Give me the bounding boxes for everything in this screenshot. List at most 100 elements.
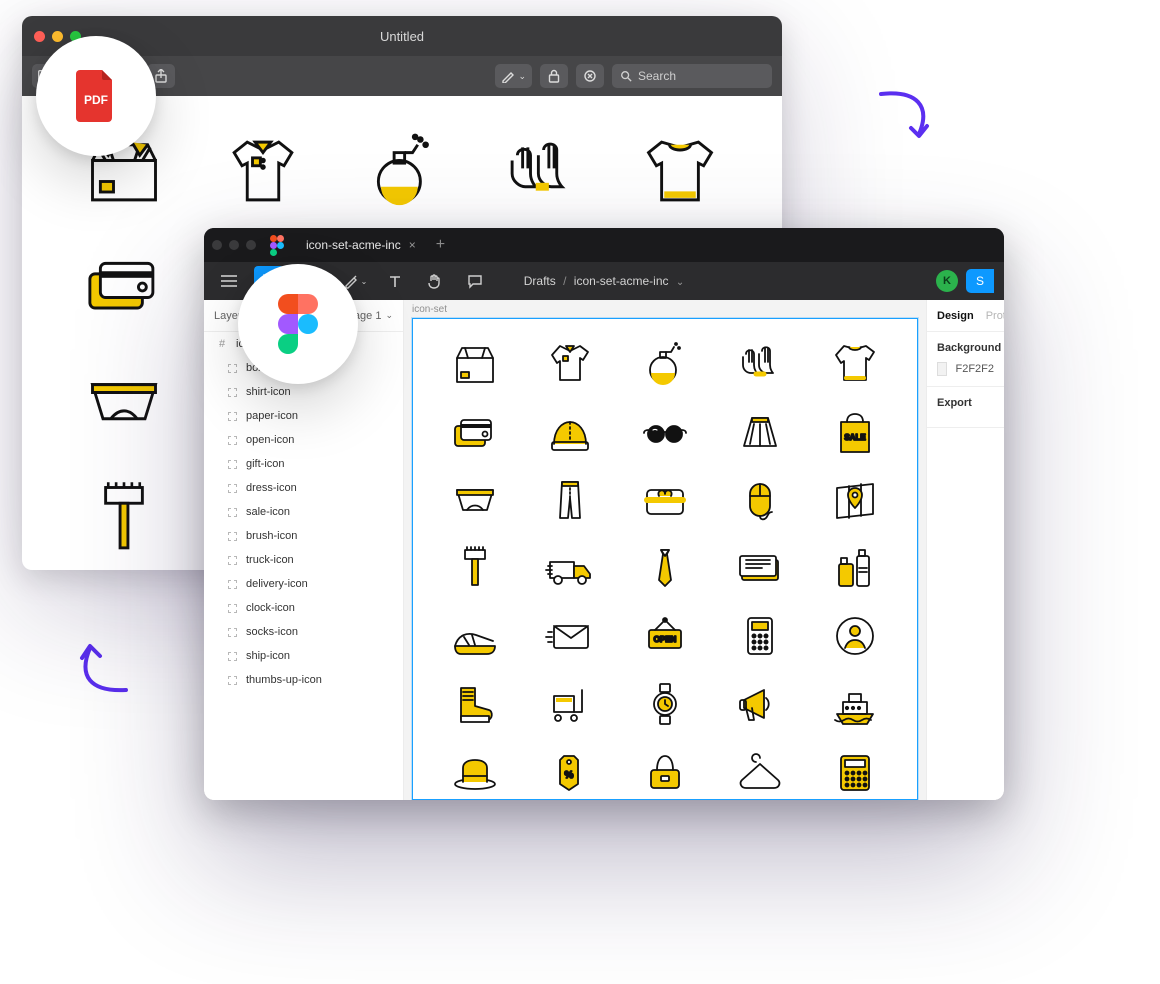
envelope-icon[interactable] <box>542 608 598 664</box>
price-tag-icon[interactable]: % <box>542 744 598 800</box>
frame-icon: # <box>216 338 228 350</box>
figma-canvas[interactable]: icon-set SALE OPEN% <box>404 300 926 800</box>
pdf-badge-label: PDF <box>84 93 108 107</box>
figma-file-tab[interactable]: icon-set-acme-inc × <box>294 228 428 262</box>
close-tab-icon[interactable]: × <box>409 238 416 252</box>
mouse-icon[interactable] <box>732 472 788 528</box>
component-icon <box>226 362 238 374</box>
pdf-file-icon: PDF <box>74 70 118 122</box>
watch-icon[interactable] <box>637 676 693 732</box>
layer-item[interactable]: open-icon <box>204 428 403 452</box>
hat-icon[interactable] <box>447 744 503 800</box>
sandal-icon[interactable] <box>447 608 503 664</box>
layer-item[interactable]: dress-icon <box>204 476 403 500</box>
canvas-frame-label: icon-set <box>412 304 447 315</box>
component-icon <box>226 650 238 662</box>
component-icon <box>226 434 238 446</box>
component-icon <box>226 530 238 542</box>
user-badge-icon[interactable] <box>827 608 883 664</box>
component-icon <box>226 626 238 638</box>
hand-truck-icon[interactable] <box>542 676 598 732</box>
add-tab-button[interactable]: + <box>428 236 453 254</box>
layer-item[interactable]: ship-icon <box>204 644 403 668</box>
chevron-down-icon: ⌄ <box>676 277 684 288</box>
hair-dryer-icon[interactable] <box>732 676 788 732</box>
underwear-icon[interactable] <box>447 472 503 528</box>
polo-shirt-icon <box>218 126 308 216</box>
prototype-tab[interactable]: Proto <box>986 310 1004 322</box>
markup-pen-button[interactable]: ⌄ <box>495 64 532 88</box>
layer-item[interactable]: sale-icon <box>204 500 403 524</box>
tickets-icon[interactable] <box>732 540 788 596</box>
component-icon <box>226 482 238 494</box>
component-icon <box>226 386 238 398</box>
layer-item[interactable]: socks-icon <box>204 620 403 644</box>
window-zoom-icon[interactable] <box>246 240 256 250</box>
background-color-row[interactable]: F2F2F2 <box>937 362 994 376</box>
tshirt-icon[interactable] <box>827 336 883 392</box>
layer-name: sale-icon <box>246 506 290 518</box>
gift-card-icon[interactable] <box>637 472 693 528</box>
tie-icon[interactable] <box>637 540 693 596</box>
sunglasses-icon[interactable] <box>637 404 693 460</box>
artboard-icon-set[interactable]: SALE OPEN% <box>412 318 918 800</box>
figma-logo-icon[interactable] <box>270 235 284 255</box>
svg-text:%: % <box>565 770 574 781</box>
hanger-icon[interactable] <box>732 744 788 800</box>
layer-item[interactable]: delivery-icon <box>204 572 403 596</box>
pdf-badge: PDF <box>36 36 156 156</box>
window-minimize-icon[interactable] <box>229 240 239 250</box>
delivery-truck-icon[interactable] <box>542 540 598 596</box>
component-icon <box>226 578 238 590</box>
layer-item[interactable]: truck-icon <box>204 548 403 572</box>
beanie-icon[interactable] <box>542 404 598 460</box>
component-icon <box>226 410 238 422</box>
underwear-icon <box>79 358 169 448</box>
calculator-icon[interactable] <box>732 608 788 664</box>
layer-name: shirt-icon <box>246 386 291 398</box>
calculator-large-icon[interactable] <box>827 744 883 800</box>
background-color-value: F2F2F2 <box>955 363 994 375</box>
design-tab[interactable]: Design <box>937 310 974 322</box>
search-placeholder: Search <box>638 69 676 83</box>
window-close-icon[interactable] <box>212 240 222 250</box>
credit-cards-icon[interactable] <box>447 404 503 460</box>
brush-icon[interactable] <box>447 540 503 596</box>
handbag-icon[interactable] <box>637 744 693 800</box>
layer-item[interactable]: thumbs-up-icon <box>204 668 403 692</box>
map-pin-icon[interactable] <box>827 472 883 528</box>
preview-search-input[interactable]: Search <box>612 64 772 88</box>
lock-button[interactable] <box>540 64 568 88</box>
ship-icon[interactable] <box>827 676 883 732</box>
gloves-icon[interactable] <box>732 336 788 392</box>
perfume-icon <box>357 126 447 216</box>
component-icon <box>226 458 238 470</box>
markup-toolbar-button[interactable] <box>576 64 604 88</box>
polo-shirt-icon[interactable] <box>542 336 598 392</box>
export-section-title[interactable]: Export <box>937 397 994 409</box>
window-traffic-lights[interactable] <box>212 240 256 250</box>
layer-name: open-icon <box>246 434 294 446</box>
sale-bag-icon[interactable]: SALE <box>827 404 883 460</box>
layer-item[interactable]: paper-icon <box>204 404 403 428</box>
pants-icon[interactable] <box>542 472 598 528</box>
layer-item[interactable]: clock-icon <box>204 596 403 620</box>
decorative-arrow-left <box>74 636 134 701</box>
figma-logo-icon <box>278 294 318 354</box>
color-swatch[interactable] <box>937 362 947 376</box>
breadcrumb-separator: / <box>563 274 566 288</box>
layer-name: dress-icon <box>246 482 297 494</box>
layer-name: brush-icon <box>246 530 297 542</box>
layer-item[interactable]: brush-icon <box>204 524 403 548</box>
layer-name: gift-icon <box>246 458 285 470</box>
soap-dispenser-icon[interactable] <box>827 540 883 596</box>
boot-icon[interactable] <box>447 676 503 732</box>
box-icon[interactable] <box>447 336 503 392</box>
svg-text:OPEN: OPEN <box>654 635 677 644</box>
component-icon <box>226 554 238 566</box>
component-icon <box>226 674 238 686</box>
perfume-icon[interactable] <box>637 336 693 392</box>
open-sign-icon[interactable]: OPEN <box>637 608 693 664</box>
skirt-icon[interactable] <box>732 404 788 460</box>
layer-item[interactable]: gift-icon <box>204 452 403 476</box>
